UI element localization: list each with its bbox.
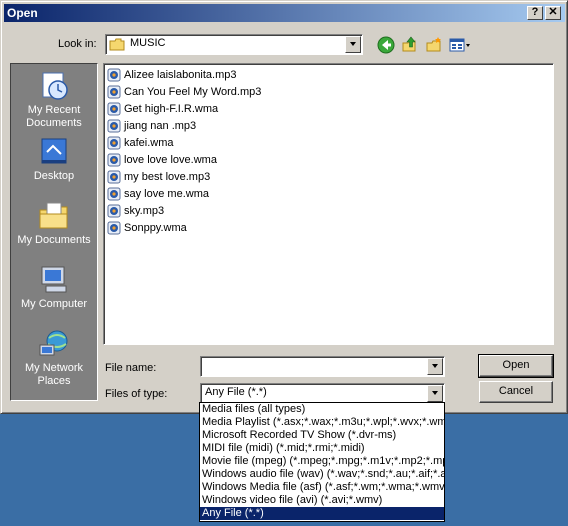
file-name-dropdown-button[interactable] [427,358,443,375]
files-of-type-dropdown-list[interactable]: Media files (all types) Media Playlist (*… [199,402,445,522]
file-item[interactable]: Alizee laislabonita.mp3 [107,67,237,83]
look-in-combo[interactable]: MUSIC [105,34,363,55]
file-item[interactable]: sky.mp3 [107,203,164,219]
media-file-icon [107,119,121,133]
file-name: sky.mp3 [124,205,165,217]
type-option[interactable]: Any File (*.*) [200,507,444,520]
view-menu-icon[interactable] [449,36,471,54]
window-title: Open [7,6,38,20]
file-name: jiang nan .mp3 [124,120,197,132]
places-bar: My Recent Documents Desktop My Documents [10,63,98,401]
folder-icon [109,38,125,51]
place-my-computer[interactable]: My Computer [11,264,97,311]
my-computer-icon [41,266,67,293]
file-name-label: File name: [105,362,157,374]
file-name: Alizee laislabonita.mp3 [124,69,237,81]
recent-documents-icon [42,72,68,100]
network-places-icon [39,330,68,356]
place-my-network-places[interactable]: My Network Places [11,328,97,388]
place-label: Desktop [33,170,75,182]
look-in-label: Look in: [58,38,97,50]
look-in-value: MUSIC [130,37,166,49]
file-name: Can You Feel My Word.mp3 [124,86,262,98]
file-item[interactable]: love love love.wma [107,152,217,168]
file-list[interactable]: Alizee laislabonita.mp3 Can You Feel My W… [103,63,554,345]
file-name: kafei.wma [124,137,174,149]
new-folder-icon[interactable] [425,36,443,54]
file-item[interactable]: my best love.mp3 [107,169,210,185]
media-file-icon [107,153,121,167]
file-item[interactable]: jiang nan .mp3 [107,118,196,134]
type-option[interactable]: Windows audio file (wav) (*.wav;*.snd;*.… [200,468,444,481]
type-option[interactable]: MIDI file (midi) (*.mid;*.rmi;*.midi) [200,442,444,455]
file-name-field[interactable] [200,356,445,377]
file-name: Get high-F.I.R.wma [124,103,219,115]
file-item[interactable]: Can You Feel My Word.mp3 [107,84,261,100]
open-dialog: Open ? ✕ Look in: MUSIC My Recent Docume… [0,0,568,414]
file-item[interactable]: Get high-F.I.R.wma [107,101,218,117]
files-of-type-select[interactable]: Any File (*.*) [200,383,445,404]
file-name: say love me.wma [124,188,209,200]
media-file-icon [107,187,121,201]
place-label: My Documents [17,234,91,246]
place-label: My Network Places [24,362,84,387]
files-of-type-value: Any File (*.*) [205,386,267,398]
type-option[interactable]: Windows video file (avi) (*.avi;*.wmv) [200,494,444,507]
media-file-icon [107,68,121,82]
my-documents-icon [39,202,68,229]
media-file-icon [107,221,121,235]
media-file-icon [107,85,121,99]
place-desktop[interactable]: Desktop [11,136,97,183]
file-item[interactable]: kafei.wma [107,135,174,151]
look-in-dropdown-button[interactable] [345,36,361,53]
media-file-icon [107,204,121,218]
help-button[interactable]: ? [527,6,543,20]
type-option[interactable]: Movie file (mpeg) (*.mpeg;*.mpg;*.m1v;*.… [200,455,444,468]
place-my-documents[interactable]: My Documents [11,200,97,247]
type-option[interactable]: Microsoft Recorded TV Show (*.dvr-ms) [200,429,444,442]
close-button[interactable]: ✕ [545,6,561,20]
place-label: My Recent Documents [26,104,82,129]
type-option[interactable]: Windows Media file (asf) (*.asf;*.wm;*.w… [200,481,444,494]
file-name: Sonppy.wma [124,222,187,234]
files-of-type-dropdown-button[interactable] [427,385,443,402]
type-option[interactable]: Media files (all types) [200,403,444,416]
files-of-type-label: Files of type: [105,388,168,400]
media-file-icon [107,170,121,184]
place-my-recent-documents[interactable]: My Recent Documents [11,70,97,130]
cancel-button[interactable]: Cancel [479,381,553,403]
file-item[interactable]: say love me.wma [107,186,209,202]
up-folder-icon[interactable] [401,36,419,54]
type-option[interactable]: Media Playlist (*.asx;*.wax;*.m3u;*.wpl;… [200,416,444,429]
media-file-icon [107,102,121,116]
place-label: My Computer [20,298,88,310]
desktop-icon [41,138,67,164]
file-name: love love love.wma [124,154,217,166]
title-bar[interactable]: Open ? ✕ [4,4,565,22]
file-name: my best love.mp3 [124,171,211,183]
back-icon[interactable] [377,36,395,54]
file-item[interactable]: Sonppy.wma [107,220,187,236]
open-button[interactable]: Open [478,354,554,378]
media-file-icon [107,136,121,150]
